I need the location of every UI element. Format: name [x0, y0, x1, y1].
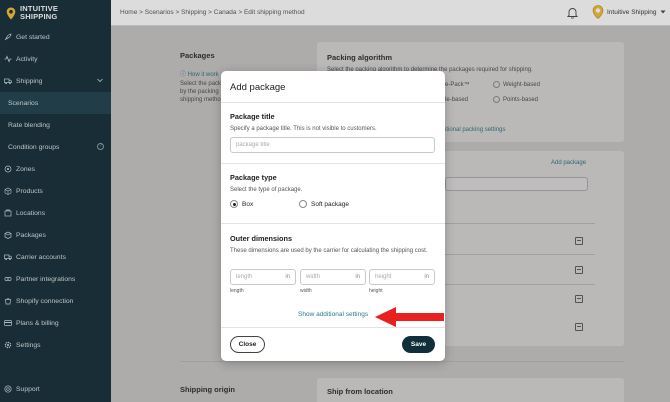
height-input[interactable]: height in: [369, 269, 435, 285]
package-title-heading: Package title: [230, 112, 275, 121]
close-button[interactable]: Close: [230, 336, 265, 353]
width-unit: in: [355, 274, 360, 280]
length-label: length: [230, 288, 244, 294]
width-input[interactable]: width in: [300, 269, 366, 285]
package-title-desc: Specify a package title. This is not vis…: [230, 126, 377, 132]
length-unit: in: [285, 274, 290, 280]
radio-soft-package[interactable]: [299, 200, 307, 208]
radio-label-box: Box: [242, 200, 254, 208]
height-placeholder: height: [375, 274, 392, 280]
radio-box[interactable]: [230, 200, 238, 208]
divider: [221, 102, 445, 103]
width-label: width: [300, 288, 312, 294]
length-input[interactable]: length in: [230, 269, 296, 285]
package-type-box[interactable]: Box: [230, 200, 253, 208]
package-title-input[interactable]: [230, 137, 435, 153]
height-label: height: [369, 288, 383, 294]
package-type-desc: Select the type of package.: [230, 187, 303, 193]
length-placeholder: length: [236, 274, 253, 280]
show-additional-settings-link[interactable]: Show additional settings: [298, 311, 368, 318]
annotation-arrow-icon: [375, 307, 444, 327]
package-type-soft[interactable]: Soft package: [299, 200, 349, 208]
modal-title: Add package: [230, 82, 286, 93]
height-unit: in: [424, 274, 429, 280]
radio-label-soft-package: Soft package: [311, 200, 349, 208]
outer-dimensions-heading: Outer dimensions: [230, 234, 293, 243]
save-button[interactable]: Save: [402, 336, 435, 353]
divider: [221, 223, 445, 224]
outer-dimensions-desc: These dimensions are used by the carrier…: [230, 248, 428, 254]
width-placeholder: width: [306, 274, 321, 280]
divider: [221, 163, 445, 164]
package-type-heading: Package type: [230, 173, 277, 182]
